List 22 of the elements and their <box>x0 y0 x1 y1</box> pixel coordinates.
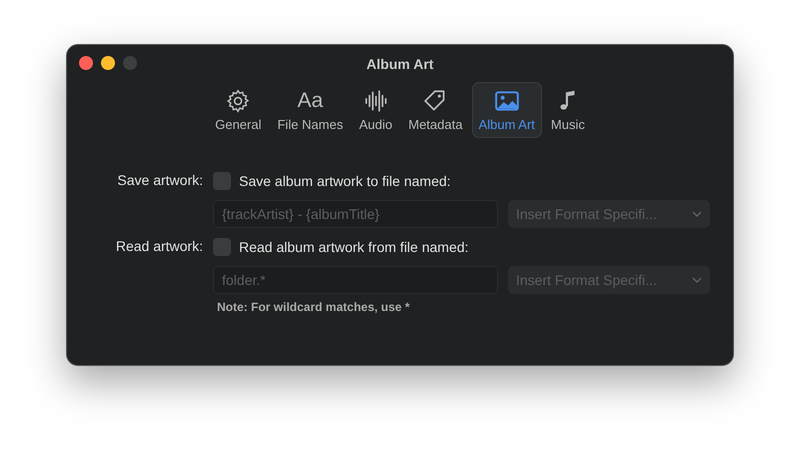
chevron-icon <box>692 211 702 217</box>
checkbox-label[interactable]: Save album artwork to file named: <box>239 173 451 189</box>
toolbar-tab[interactable]: General <box>208 82 268 138</box>
checkbox[interactable] <box>213 238 231 256</box>
section-label: Save artwork: <box>116 172 203 190</box>
toolbar-tab[interactable]: Audio <box>352 82 400 138</box>
note-text: Note: For wildcard matches, use * <box>216 300 411 314</box>
toolbar-tab[interactable]: Album Art <box>472 82 542 138</box>
waveform-icon <box>362 88 389 114</box>
toolbar-tab[interactable]: Metadata <box>401 82 470 138</box>
chevron-icon <box>692 277 702 283</box>
window-title: Album Art <box>366 56 434 74</box>
text-size-icon: Aa <box>297 88 324 114</box>
settings-icon <box>225 88 252 114</box>
close-button[interactable] <box>79 56 93 70</box>
toolbar-tab[interactable]: Music <box>544 82 592 138</box>
section-label: Read artwork: <box>114 238 203 256</box>
minimize-button[interactable] <box>101 56 115 70</box>
zoom-button[interactable] <box>123 56 137 70</box>
checkbox-label[interactable]: Read album artwork from file named: <box>239 239 469 255</box>
checkbox[interactable] <box>213 172 231 190</box>
toolbar-tab[interactable]: Aa File Names <box>270 82 350 138</box>
